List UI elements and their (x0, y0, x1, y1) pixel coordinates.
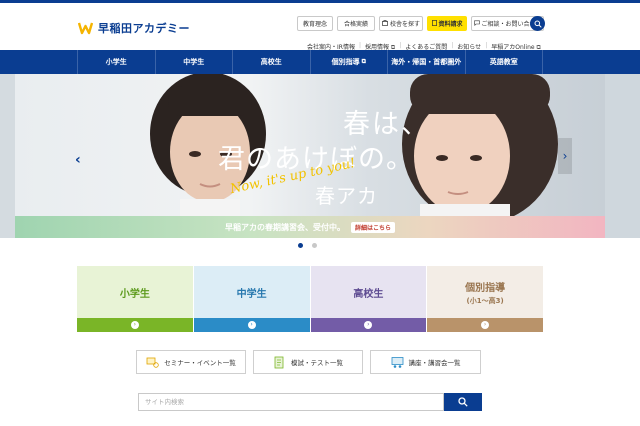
hero-prev-slide-peek (0, 74, 15, 238)
grade-card-high-school[interactable]: 高校生 › (310, 266, 427, 332)
seminar-events-label: セミナー・イベント一覧 (164, 359, 236, 367)
site-search-button[interactable] (444, 393, 482, 411)
courses-lectures-button[interactable]: 講座・講習会一覧 (370, 350, 481, 374)
utility-nav: 教育理念 合格実績 校舎を探す 資料請求 ご相談・お問い合わせ (297, 16, 544, 31)
search-icon (534, 20, 542, 28)
nav-label: 高校生 (260, 58, 282, 66)
card-top: 小学生 (77, 266, 193, 318)
card-title: 小学生 (119, 288, 150, 300)
carousel-prev-button[interactable]: ‹ (75, 152, 81, 168)
card-title: 個別指導 (465, 282, 506, 294)
global-nav: 小学生 中学生 高校生 個別指導 ⧉ 海外・帰国・首都圏外 英語教室 (0, 50, 640, 74)
hero-headline-3: 春アカ (315, 184, 378, 208)
find-school-label: 校舎を探す (390, 21, 421, 28)
hero-next-slide-peek (605, 74, 640, 238)
chat-icon (473, 20, 480, 28)
results-label: 合格実績 (344, 21, 369, 28)
lecture-icon (391, 356, 404, 369)
building-icon (382, 19, 388, 28)
mock-tests-button[interactable]: 模試・テスト一覧 (253, 350, 363, 374)
mock-tests-label: 模試・テスト一覧 (291, 359, 343, 367)
nav-item-elementary[interactable]: 小学生 (77, 50, 155, 74)
logo-mark-icon (78, 22, 93, 35)
request-materials-label: 資料請求 (438, 21, 463, 28)
philosophy-label: 教育理念 (303, 21, 328, 28)
chevron-right-icon: › (481, 321, 490, 329)
courses-lectures-label: 講座・講習会一覧 (408, 359, 461, 367)
nav-item-high-school[interactable]: 高校生 (232, 50, 310, 74)
search-icon (458, 397, 468, 407)
find-school-button[interactable]: 校舎を探す (379, 16, 423, 31)
quick-links: セミナー・イベント一覧 模試・テスト一覧 講座・講習会一覧 (136, 350, 481, 374)
hero-carousel: ‹ › 春は、 君のあけぼの。 Now, it's up to you! 春アカ… (0, 74, 640, 238)
card-bottom: › (310, 318, 427, 332)
hero-slide[interactable]: ‹ › 春は、 君のあけぼの。 Now, it's up to you! 春アカ (15, 74, 605, 216)
external-link-icon: ⧉ (361, 58, 366, 65)
banner-details-link[interactable]: 詳細はこちら (350, 221, 395, 233)
logo-text: 早稲田アカデミー (98, 22, 190, 35)
nav-label: 中学生 (183, 58, 205, 66)
card-top: 個別指導 (小1〜高3) (427, 266, 543, 318)
chevron-right-icon: › (364, 321, 373, 329)
grade-cards: 小学生 › 中学生 › 高校生 › 個別指導 (小1〜高3) › (77, 266, 543, 332)
card-bottom: › (193, 318, 310, 332)
header-search-button[interactable] (530, 16, 545, 31)
philosophy-button[interactable]: 教育理念 (297, 16, 333, 31)
nav-item-individual[interactable]: 個別指導 ⧉ (309, 50, 388, 74)
document-icon (431, 19, 437, 28)
carousel-pagination (298, 243, 317, 248)
request-materials-button[interactable]: 資料請求 (427, 16, 467, 31)
nav-label: 個別指導 (331, 58, 360, 66)
student-portrait-right (402, 74, 558, 216)
card-title: 中学生 (236, 288, 267, 300)
chevron-right-icon: › (562, 149, 568, 163)
card-title: 高校生 (353, 288, 384, 300)
site-search-input[interactable] (138, 393, 444, 411)
hero-headline-1: 春は、 (343, 109, 430, 140)
site-logo[interactable]: 早稲田アカデミー (78, 20, 190, 36)
carousel-next-button[interactable]: › (558, 138, 572, 174)
grade-card-junior-high[interactable]: 中学生 › (193, 266, 310, 332)
banner-text: 早稲アカの春期講習会、受付中。 (224, 222, 345, 232)
nav-item-english[interactable]: 英語教室 (464, 50, 543, 74)
site-header: 早稲田アカデミー 教育理念 合格実績 校舎を探す 資料請求 ご相談・お問い合わせ (0, 0, 640, 51)
nav-label: 小学生 (105, 58, 127, 66)
grade-card-individual[interactable]: 個別指導 (小1〜高3) › (427, 266, 543, 332)
nav-label: 海外・帰国・首都圏外 (391, 58, 462, 66)
seminar-icon (146, 356, 159, 369)
card-bottom: › (427, 318, 543, 332)
card-top: 高校生 (310, 266, 427, 318)
results-button[interactable]: 合格実績 (337, 16, 375, 31)
carousel-dot-2[interactable] (312, 243, 317, 248)
card-subtitle: (小1〜高3) (466, 296, 504, 305)
chevron-right-icon: › (130, 321, 139, 329)
chevron-right-icon: › (247, 321, 256, 329)
nav-label: 英語教室 (489, 58, 518, 66)
test-sheet-icon (273, 356, 286, 369)
grade-card-elementary[interactable]: 小学生 › (77, 266, 193, 332)
carousel-dot-1[interactable] (298, 243, 303, 248)
hero-banner[interactable]: 早稲アカの春期講習会、受付中。 詳細はこちら (15, 216, 605, 238)
nav-item-junior-high[interactable]: 中学生 (154, 50, 233, 74)
global-nav-items: 小学生 中学生 高校生 個別指導 ⧉ 海外・帰国・首都圏外 英語教室 (77, 50, 543, 74)
chevron-left-icon: ‹ (75, 152, 81, 168)
card-bottom: › (77, 318, 193, 332)
seminar-events-button[interactable]: セミナー・イベント一覧 (136, 350, 246, 374)
card-top: 中学生 (193, 266, 310, 318)
site-search (138, 393, 482, 411)
nav-item-overseas[interactable]: 海外・帰国・首都圏外 (387, 50, 465, 74)
